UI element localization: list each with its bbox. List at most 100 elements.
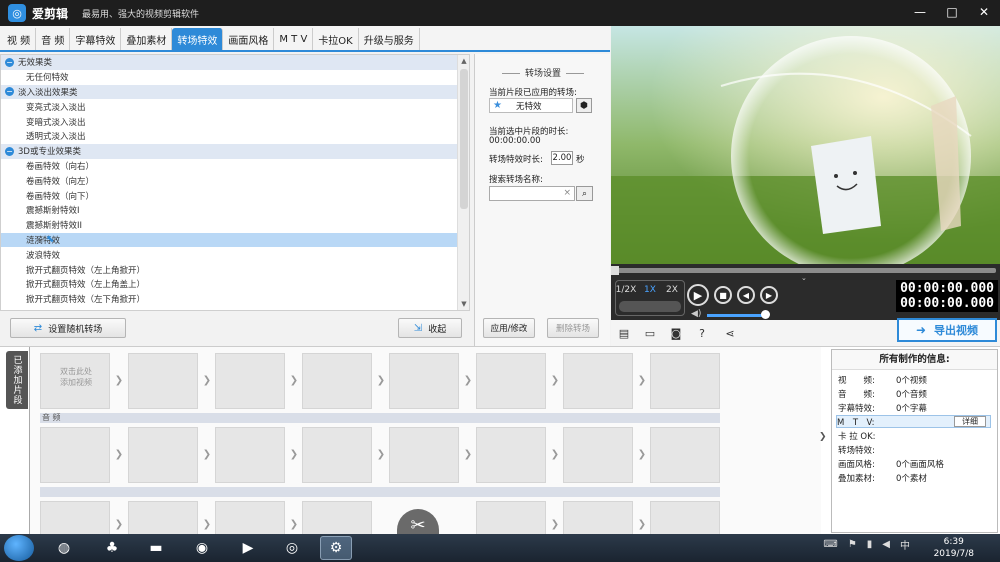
ime-icon[interactable]: 中 (900, 537, 910, 552)
speed-1x[interactable]: 1X (639, 282, 661, 298)
clear-search-icon[interactable]: × (563, 188, 571, 198)
green-app-icon[interactable]: ◎ (276, 536, 308, 560)
open-folder-icon[interactable]: ▭ (643, 328, 657, 340)
effect-duration-input[interactable]: 2.00 (551, 151, 573, 165)
info-row-mtv[interactable]: M T V: 详细 (836, 415, 991, 428)
flag-icon[interactable]: ⚑ (848, 539, 857, 550)
collapse-icon[interactable]: − (5, 87, 14, 97)
tab-karaoke[interactable]: 卡拉OK (313, 28, 359, 50)
list-scrollbar[interactable]: ▲ ▼ (457, 55, 469, 310)
audio-slot[interactable] (476, 427, 546, 483)
list-item[interactable]: 震撼斯射特效I (1, 203, 459, 218)
save-icon[interactable]: ◙ (669, 328, 683, 340)
share-icon[interactable]: ⋖ (723, 328, 737, 340)
list-item[interactable]: 变亮式淡入淡出 (1, 99, 459, 114)
expand-icon[interactable]: ⌄ (801, 274, 807, 282)
delete-transition-button[interactable]: 删除转场 (547, 318, 599, 338)
next-frame-icon[interactable]: ▶ (760, 286, 778, 304)
clip-slot[interactable] (563, 353, 633, 409)
panel-collapse-icon[interactable]: ❯ (819, 432, 827, 446)
apply-modify-button[interactable]: 应用/修改 (483, 318, 535, 338)
clip-slot[interactable] (40, 501, 110, 535)
collect-button[interactable]: ⇲ 收起 (398, 318, 462, 338)
clip-slot[interactable] (215, 501, 285, 535)
collapse-icon[interactable]: − (5, 146, 14, 156)
clip-slot[interactable] (563, 501, 633, 535)
list-item[interactable]: 掀开式翻页特效（左上角盖上） (1, 277, 459, 292)
clip-slot[interactable] (302, 353, 372, 409)
clip-slot[interactable] (476, 501, 546, 535)
scroll-thumb[interactable] (460, 69, 468, 209)
clip-slot[interactable] (215, 353, 285, 409)
audio-slot[interactable] (40, 427, 110, 483)
random-transition-button[interactable]: ⇄ 设置随机转场 (10, 318, 126, 338)
audio-slot[interactable] (650, 427, 720, 483)
file-explorer-icon[interactable]: ▬ (140, 536, 172, 560)
tab-overlay[interactable]: 叠加素材 (121, 28, 173, 50)
media-player-icon[interactable]: ◍ (48, 536, 80, 560)
maximize-button[interactable]: □ (944, 4, 960, 20)
search-input[interactable]: × (489, 186, 575, 201)
volume-knob[interactable] (761, 310, 770, 319)
tab-upgrade-service[interactable]: 升级与服务 (359, 28, 420, 50)
help-icon[interactable]: ? (695, 328, 709, 340)
clip-slot[interactable] (128, 353, 198, 409)
start-button[interactable] (4, 535, 34, 561)
list-item[interactable]: 震撼斯射特效II (1, 218, 459, 233)
qq-icon[interactable]: ♣ (96, 536, 128, 560)
audio-slot[interactable] (563, 427, 633, 483)
timeline-slider[interactable] (615, 268, 996, 273)
list-item[interactable]: 波浪特效 (1, 247, 459, 262)
tab-audio[interactable]: 音 频 (36, 28, 71, 50)
stop-icon[interactable]: ■ (714, 286, 732, 304)
list-item[interactable]: 掀开式翻页特效（左下角掀开） (1, 292, 459, 307)
group-header[interactable]: − 无效果类 (1, 55, 459, 70)
added-clips-tab[interactable]: 已添加片段 (6, 351, 28, 409)
media-app-icon[interactable]: ▶ (232, 536, 264, 560)
collapse-icon[interactable]: − (5, 57, 14, 67)
tab-transitions[interactable]: 转场特效 (172, 28, 224, 50)
volume-icon[interactable]: ◀) (691, 309, 701, 319)
speed-scrub-bar[interactable] (619, 301, 681, 312)
volume-tray-icon[interactable]: ◀ (882, 539, 890, 550)
list-item[interactable]: 卷画特效（向右） (1, 159, 459, 174)
clip-slot[interactable] (476, 353, 546, 409)
list-item[interactable]: 卷画特效（向左） (1, 173, 459, 188)
new-project-icon[interactable]: ▤ (617, 328, 631, 340)
list-item[interactable]: 变暗式淡入淡出 (1, 114, 459, 129)
audio-slot[interactable] (128, 427, 198, 483)
list-item[interactable]: 透明式淡入淡出 (1, 129, 459, 144)
speed-2x[interactable]: 2X (661, 282, 683, 298)
clip-slot[interactable] (302, 501, 372, 535)
list-item[interactable]: 掀开式翻页特效（左上角掀开） (1, 262, 459, 277)
detail-button[interactable]: 详细 (954, 416, 986, 427)
scroll-up-icon[interactable]: ▲ (458, 55, 469, 67)
tab-picture-style[interactable]: 画面风格 (223, 28, 275, 50)
transition-preview-icon[interactable]: ⬢ (576, 98, 592, 113)
scroll-down-icon[interactable]: ▼ (458, 298, 469, 310)
firefox-icon[interactable]: ◉ (186, 536, 218, 560)
network-icon[interactable]: ▮ (867, 539, 873, 550)
keyboard-icon[interactable]: ⌨ (823, 539, 837, 550)
list-item-selected[interactable]: 涟漪特效 ⬉ (1, 232, 459, 248)
audio-slot[interactable] (389, 427, 459, 483)
add-video-slot[interactable]: 双击此处 添加视频 (40, 353, 110, 409)
list-item[interactable]: 卷画特效（向下） (1, 188, 459, 203)
audio-slot[interactable] (302, 427, 372, 483)
minimize-button[interactable]: — (912, 4, 928, 20)
clip-slot[interactable] (650, 501, 720, 535)
system-clock[interactable]: 6:39 2019/7/8 (934, 536, 974, 560)
audio-slot[interactable] (215, 427, 285, 483)
export-video-button[interactable]: ➜ 导出视频 (897, 318, 997, 342)
tab-subtitle-effects[interactable]: 字幕特效 (70, 28, 122, 50)
aijianji-taskbar-icon[interactable]: ⚙ (320, 536, 352, 560)
speed-half[interactable]: 1/2X (615, 282, 637, 298)
previous-frame-icon[interactable]: ◀ (737, 286, 755, 304)
tab-video[interactable]: 视 频 (2, 28, 37, 50)
group-header[interactable]: − 淡入淡出效果类 (1, 84, 459, 100)
timeline-knob[interactable] (611, 266, 619, 275)
tab-mtv[interactable]: M T V (274, 28, 314, 50)
volume-slider[interactable] (707, 314, 765, 317)
list-item[interactable]: 无任何特效 (1, 70, 459, 85)
search-icon[interactable]: ⌕ (576, 186, 593, 201)
